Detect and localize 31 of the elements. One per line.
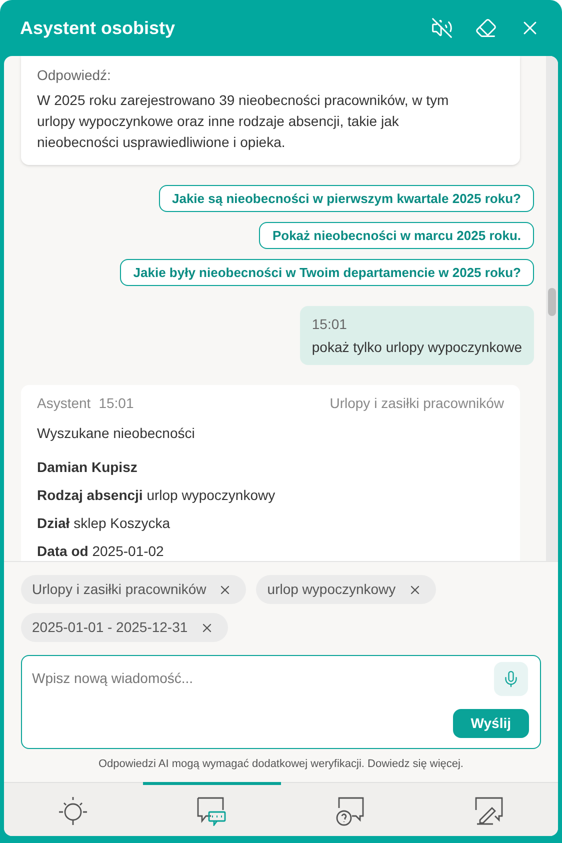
message-time: 15:01 [98, 394, 134, 413]
filter-label: 2025-01-01 - 2025-12-31 [32, 618, 188, 637]
suggestion-chip[interactable]: Pokaż nieobecności w marcu 2025 roku. [259, 222, 534, 249]
message-input-box[interactable]: Wpisz nową wiadomość... Wyślij [21, 655, 541, 749]
microphone-icon [502, 670, 520, 688]
window-title: Asystent osobisty [20, 16, 176, 40]
chat-bubble-icon [196, 796, 228, 826]
message-time: 15:01 [312, 315, 348, 334]
answer-text: W 2025 roku zarejestrowano 39 nieobecności pracowników, w tym urlopy wypoczynkowe oraz inne rodzaje absencji, takie jak nieobecności usprawiedliwione i opieka. [37, 91, 450, 152]
message-text: pokaż tylko urlopy wypoczynkowe [312, 338, 522, 357]
eraser-icon [475, 17, 497, 39]
absence-detail: Dział sklep Koszycka [37, 514, 172, 533]
absence-detail: Rodzaj absencji urlop wypoczynkowy [37, 486, 276, 505]
disclaimer-text: Odpowiedzi AI mogą wymagać dodatkowej weryfikacji. Dowiedz się więcej. [98, 757, 464, 771]
edit-bubble-icon [474, 796, 504, 826]
suggestion-chip[interactable]: Jakie są nieobecności w pierwszym kwartale 2025 roku? [158, 185, 534, 212]
source-label: Urlopy i zasiłki pracowników [330, 394, 504, 413]
microphone-button[interactable] [494, 662, 528, 696]
message-text: Wyszukane nieobecności [37, 424, 196, 443]
absence-detail: Data od 2025-01-02 [37, 542, 165, 561]
question-bubble-icon [335, 796, 366, 826]
sender-name: Asystent [37, 394, 91, 413]
suggestion-chip[interactable]: Jakie były nieobecności w Twoim departamencie w 2025 roku? [120, 259, 534, 286]
filter-label: urlop wypoczynkowy [267, 580, 396, 599]
send-button[interactable]: Wyślij [452, 709, 529, 738]
scrollbar[interactable] [546, 56, 558, 561]
employee-name: Damian Kupisz [37, 458, 138, 477]
muted-speaker-icon [431, 17, 453, 39]
message-input[interactable]: Wpisz nową wiadomość... [22, 656, 472, 696]
answer-label: Odpowiedź: [37, 66, 112, 85]
filter-label: Urlopy i zasiłki pracowników [32, 580, 206, 599]
